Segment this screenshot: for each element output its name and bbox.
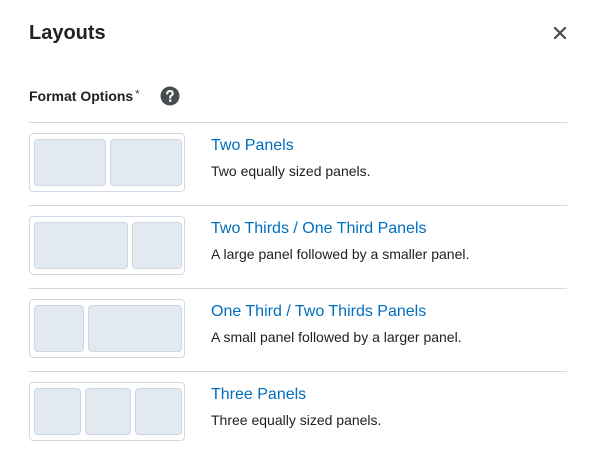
close-icon [549,22,571,44]
option-title[interactable]: Two Thirds / One Third Panels [211,220,427,238]
option-one-third-two-thirds[interactable]: One Third / Two Thirds Panels A small pa… [29,288,567,371]
required-asterisk: * [135,87,140,101]
panel-preview [34,388,81,435]
option-description: A small panel followed by a larger panel… [211,329,462,345]
panel-preview [110,139,182,186]
panel-preview [34,222,128,269]
option-description: A large panel followed by a smaller pane… [211,246,470,262]
option-title[interactable]: Two Panels [211,137,294,155]
panel-preview [34,305,84,352]
option-three-panels[interactable]: Three Panels Three equally sized panels. [29,371,567,454]
option-description: Two equally sized panels. [211,163,371,179]
panel-preview [135,388,182,435]
option-two-panels[interactable]: Two Panels Two equally sized panels. [29,122,567,205]
layouts-dialog: Layouts Format Options * Two Panels Two … [0,0,594,454]
one-third-two-thirds-thumbnail [29,299,185,358]
question-circle-icon[interactable] [160,86,180,106]
three-panels-thumbnail [29,382,185,441]
two-thirds-one-third-thumbnail [29,216,185,275]
option-two-thirds-one-third[interactable]: Two Thirds / One Third Panels A large pa… [29,205,567,288]
format-options-list: Two Panels Two equally sized panels. Two… [29,122,567,454]
format-options-label: Format Options [29,88,134,104]
dialog-title: Layouts [29,22,106,44]
panel-preview [34,139,106,186]
close-button[interactable] [549,22,571,44]
two-panels-thumbnail [29,133,185,192]
panel-preview [132,222,182,269]
panel-preview [85,388,131,435]
option-title[interactable]: One Third / Two Thirds Panels [211,303,426,321]
option-title[interactable]: Three Panels [211,386,306,404]
option-description: Three equally sized panels. [211,412,382,428]
panel-preview [88,305,182,352]
